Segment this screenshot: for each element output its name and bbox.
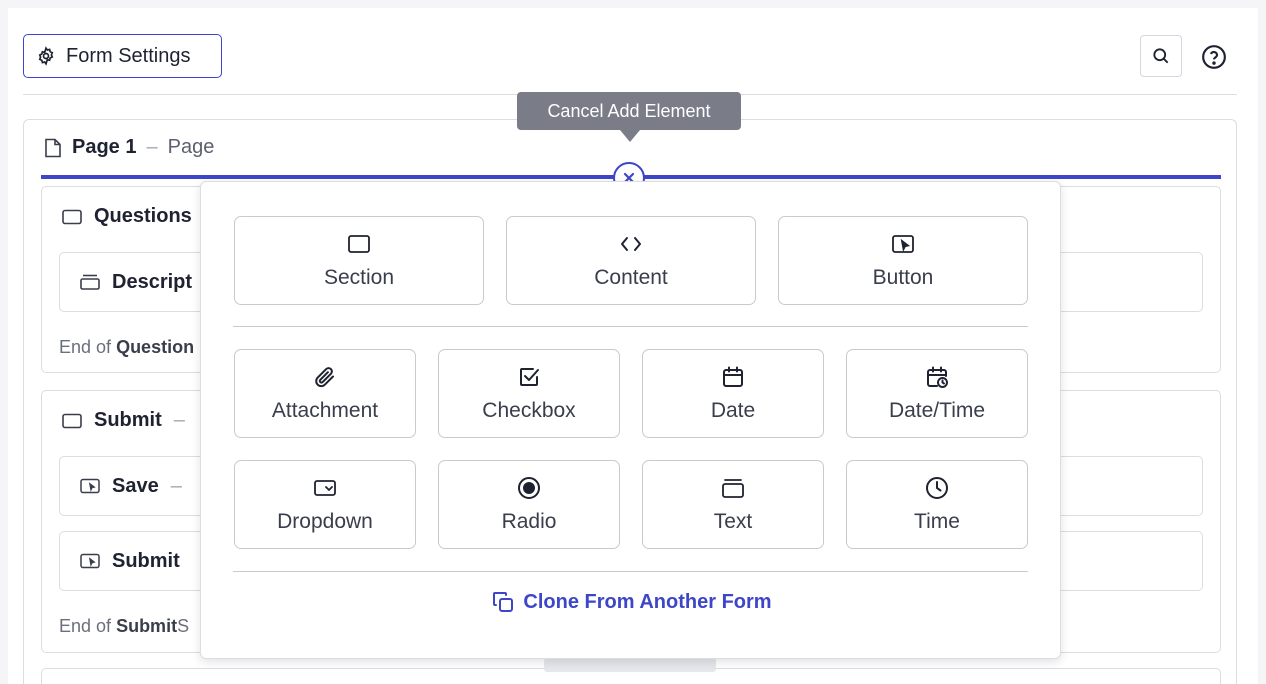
tile-label: Text xyxy=(713,509,753,533)
tile-label: Date xyxy=(710,398,756,422)
element-name: Save xyxy=(112,474,159,497)
dropdown-icon xyxy=(314,479,336,496)
button-icon xyxy=(80,478,100,494)
section-name: Submit xyxy=(94,409,162,431)
section-dash: – xyxy=(173,409,185,431)
tooltip-text: Cancel Add Element xyxy=(547,100,711,121)
tile-time[interactable]: Time xyxy=(846,460,1028,549)
calendar-icon xyxy=(723,366,743,387)
code-icon xyxy=(621,236,641,251)
page-name: Page 1 xyxy=(72,136,137,158)
radio-icon xyxy=(518,476,540,499)
end-of-name: Question xyxy=(116,337,195,357)
checkbox-icon xyxy=(520,367,539,386)
end-of-name: Submit xyxy=(116,616,178,636)
section-icon xyxy=(62,413,82,428)
clone-from-another-form-link[interactable]: Clone From Another Form xyxy=(201,590,1062,614)
clone-label: Clone From Another Form xyxy=(523,590,772,613)
question-circle-icon xyxy=(1202,45,1226,69)
tile-date-time[interactable]: Date/Time xyxy=(846,349,1028,438)
help-button[interactable] xyxy=(1201,44,1227,70)
button-icon xyxy=(892,234,914,253)
calendar-clock-icon xyxy=(927,366,948,388)
popover-divider xyxy=(233,326,1028,327)
button-icon xyxy=(80,553,100,569)
clock-icon xyxy=(926,476,948,499)
add-element-tab xyxy=(544,658,716,672)
tile-date[interactable]: Date xyxy=(642,349,824,438)
page-icon xyxy=(45,138,61,157)
element-dash: – xyxy=(170,474,182,497)
tile-label: Time xyxy=(914,509,960,533)
section-icon xyxy=(348,234,370,253)
end-of-section-label: End of SubmitS xyxy=(59,616,189,637)
section-name: Questions xyxy=(94,205,192,227)
tile-content[interactable]: Content xyxy=(506,216,756,305)
tile-radio[interactable]: Radio xyxy=(438,460,620,549)
form-builder-canvas: Form Settings Page 1 – Page Questions De… xyxy=(8,8,1258,684)
search-icon xyxy=(1153,48,1169,64)
end-of-suffix: S xyxy=(177,616,190,636)
element-name: Descript xyxy=(112,270,193,293)
tile-dropdown[interactable]: Dropdown xyxy=(234,460,416,549)
search-button[interactable] xyxy=(1140,35,1182,77)
section-title: Submit – xyxy=(62,409,185,432)
page-dash: – xyxy=(146,136,158,158)
end-of-section-label: End of Question xyxy=(59,337,194,358)
end-of-prefix: End of xyxy=(59,337,112,357)
form-settings-button[interactable]: Form Settings xyxy=(23,34,222,78)
element-name: Submit xyxy=(112,549,180,572)
tile-text[interactable]: Text xyxy=(642,460,824,549)
tile-label: Radio xyxy=(501,509,557,533)
tile-label: Dropdown xyxy=(277,509,373,533)
tile-label: Button xyxy=(872,265,934,289)
add-element-popover: Section Content Button Attachment Checkb… xyxy=(200,181,1061,659)
tile-label: Attachment xyxy=(271,398,379,422)
section-title: Questions xyxy=(62,205,192,228)
copy-icon xyxy=(493,592,514,612)
form-settings-label: Form Settings xyxy=(66,44,191,67)
gear-icon xyxy=(38,46,54,66)
tile-checkbox[interactable]: Checkbox xyxy=(438,349,620,438)
page-title: Page 1 – Page xyxy=(44,136,214,159)
tile-section[interactable]: Section xyxy=(234,216,484,305)
text-field-icon xyxy=(80,274,100,290)
cancel-add-tooltip: Cancel Add Element xyxy=(517,92,741,130)
paperclip-icon xyxy=(315,366,334,387)
text-field-icon xyxy=(722,478,744,498)
tile-label: Checkbox xyxy=(482,398,576,422)
section-icon xyxy=(62,209,82,224)
tile-label: Content xyxy=(594,265,668,289)
tile-label: Section xyxy=(323,265,395,289)
tile-button[interactable]: Button xyxy=(778,216,1028,305)
page-type: Page xyxy=(167,136,215,158)
end-of-prefix: End of xyxy=(59,616,112,636)
tile-attachment[interactable]: Attachment xyxy=(234,349,416,438)
popover-divider xyxy=(233,571,1028,572)
tooltip-arrow xyxy=(620,130,640,142)
tile-label: Date/Time xyxy=(888,398,986,422)
